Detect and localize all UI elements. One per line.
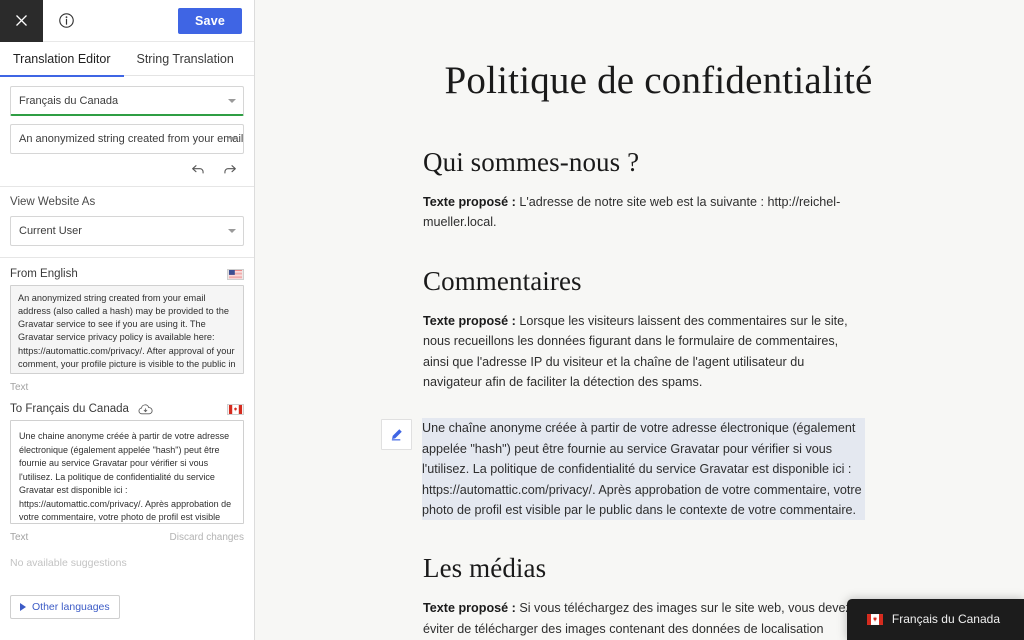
info-icon xyxy=(58,13,74,28)
target-footer-label: Text xyxy=(10,532,29,543)
highlighted-paragraph-text: Une chaîne anonyme créée à partir de vot… xyxy=(422,421,862,517)
suggested-text-prefix: Texte proposé : xyxy=(423,313,520,328)
selects-container: Français du Canada An anonymized string … xyxy=(0,76,254,154)
chevron-down-icon xyxy=(228,229,236,233)
view-website-as-select[interactable]: Current User xyxy=(10,216,244,246)
chevron-down-icon xyxy=(228,137,236,141)
sidebar-topbar: Save xyxy=(0,0,254,42)
tab-string-translation[interactable]: String Translation xyxy=(124,42,247,76)
view-website-as-section: View Website As Current User xyxy=(0,187,254,258)
page-title: Politique de confidentialité xyxy=(444,59,873,102)
current-language-badge-label: Français du Canada xyxy=(891,612,1000,626)
section-paragraph-comments: Texte proposé : Lorsque les visiteurs la… xyxy=(423,311,858,393)
undo-button[interactable] xyxy=(190,161,206,177)
view-website-as-value: Current User xyxy=(19,225,82,237)
tab-translation-editor[interactable]: Translation Editor xyxy=(0,42,124,77)
close-button[interactable] xyxy=(0,0,43,42)
language-select[interactable]: Français du Canada xyxy=(10,86,244,116)
redo-arrow-icon xyxy=(224,165,236,174)
target-footer: Text Discard changes xyxy=(0,529,254,543)
section-paragraph-who-we-are: Texte proposé : L'adresse de notre site … xyxy=(423,192,858,233)
target-textarea-wrap xyxy=(0,420,254,529)
privacy-policy-document: Politique de confidentialité Qui sommes-… xyxy=(255,0,1024,640)
cloud-machine-translation-icon[interactable] xyxy=(138,403,153,415)
discard-changes-button[interactable]: Discard changes xyxy=(170,532,244,543)
redo-button[interactable] xyxy=(222,161,238,177)
string-select-value: An anonymized string created from your e… xyxy=(19,133,244,145)
source-language-label: From English xyxy=(10,268,78,280)
target-language-header: To Français du Canada xyxy=(0,393,254,420)
language-select-value: Français du Canada xyxy=(19,94,119,107)
suggested-text-prefix: Texte proposé : xyxy=(423,195,520,209)
view-website-as-label: View Website As xyxy=(10,196,96,208)
translation-editor-sidebar: Save Translation Editor String Translati… xyxy=(0,0,255,640)
undo-arrow-icon xyxy=(192,165,204,174)
cloud-icon xyxy=(138,403,153,414)
source-footer: Text xyxy=(0,379,254,393)
triangle-right-icon xyxy=(20,603,26,611)
string-select[interactable]: An anonymized string created from your e… xyxy=(10,124,244,154)
site-preview-pane: Politique de confidentialité Qui sommes-… xyxy=(255,0,1024,640)
select-gap xyxy=(10,116,244,124)
target-text-input[interactable] xyxy=(10,420,244,524)
source-text-readonly[interactable] xyxy=(10,285,244,374)
highlighted-translatable-block[interactable]: Une chaîne anonyme créée à partir de vot… xyxy=(381,418,868,521)
highlighted-paragraph[interactable]: Une chaîne anonyme créée à partir de vot… xyxy=(422,418,865,521)
source-footer-label: Text xyxy=(10,382,29,393)
info-button[interactable] xyxy=(43,0,89,42)
flag-canada-icon xyxy=(227,403,244,415)
close-icon xyxy=(16,15,27,26)
other-languages-button[interactable]: Other languages xyxy=(10,595,120,619)
app-root: Save Translation Editor String Translati… xyxy=(0,0,1024,640)
section-heading-who-we-are: Qui sommes-nous ? xyxy=(423,147,640,177)
chevron-down-icon xyxy=(228,98,236,103)
target-language-label: To Français du Canada xyxy=(10,403,129,415)
source-textarea-wrap xyxy=(0,285,254,379)
current-language-badge[interactable]: Français du Canada xyxy=(846,599,1024,640)
flag-canada-icon xyxy=(866,613,883,625)
section-heading-media: Les médias xyxy=(423,553,547,584)
source-language-header: From English xyxy=(0,258,254,285)
other-languages-wrap: Other languages xyxy=(0,569,254,619)
suggested-text-prefix: Texte proposé : xyxy=(423,601,520,616)
suggestions-label: No available suggestions xyxy=(10,557,127,569)
edit-string-button[interactable] xyxy=(381,419,412,451)
pencil-edit-icon xyxy=(391,429,402,441)
save-button[interactable]: Save xyxy=(178,7,242,34)
sidebar-tabs: Translation Editor String Translation xyxy=(0,42,254,77)
section-heading-comments: Commentaires xyxy=(423,265,582,296)
history-controls xyxy=(0,154,254,187)
section-paragraph-media: Texte proposé : Si vous téléchargez des … xyxy=(423,598,858,640)
flag-us-icon xyxy=(227,268,244,280)
other-languages-label: Other languages xyxy=(32,601,110,613)
